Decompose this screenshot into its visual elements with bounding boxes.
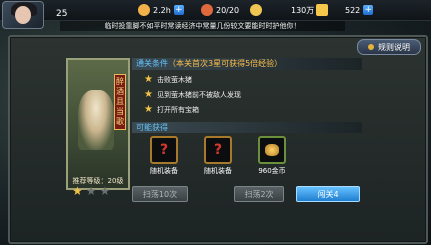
mystery-equipment-icon: ? <box>204 136 232 164</box>
rewards-header: 可能获得 <box>132 122 362 133</box>
condition-text: 打开所有宝箱 <box>156 105 199 114</box>
reward-item[interactable]: 960金币 <box>252 136 292 176</box>
player-level: 25 <box>56 9 68 19</box>
stage-details: 通关条件（本关首次3星可获得5倍经验） ★ 击败萤木猪 ★ 见到萤木猪前不被敌人… <box>132 58 362 198</box>
star-empty-icon: ★ <box>85 184 97 198</box>
help-dot-icon <box>368 44 374 50</box>
gold-pile-icon <box>258 136 286 164</box>
reward-item[interactable]: ? 随机装备 <box>198 136 238 176</box>
stage-card: 醉酒且当歌 推荐等级：20级 <box>66 58 130 190</box>
diamonds-value: 522 <box>345 5 361 15</box>
star-filled-icon: ★ <box>72 184 83 198</box>
coins-resource[interactable]: 130万 <box>250 2 314 18</box>
stamina-icon <box>138 4 150 16</box>
diamonds-resource[interactable]: 522 + <box>316 2 374 18</box>
reward-label: 随机装备 <box>204 167 232 175</box>
star-empty-icon: ★ <box>99 184 111 198</box>
stamina-resource[interactable]: 2.2h + <box>138 2 184 18</box>
energy-resource[interactable]: 20/20 <box>201 2 239 18</box>
condition-item: ★ 见到萤木猪前不被敌人发现 <box>144 89 241 100</box>
condition-item: ★ 打开所有宝箱 <box>144 104 199 115</box>
condition-item: ★ 击败萤木猪 <box>144 74 192 85</box>
energy-value: 20/20 <box>216 5 240 15</box>
coins-value: 130万 <box>291 5 315 15</box>
reward-list: ? 随机装备 ? 随机装备 960金币 <box>144 136 292 176</box>
top-bar: 25 2.2h + 20/20 130万 522 + <box>0 0 431 29</box>
condition-text: 击败萤木猪 <box>156 75 192 84</box>
star-icon: ★ <box>144 74 153 85</box>
player-avatar[interactable] <box>2 1 44 29</box>
challenge-button[interactable]: 闯关4 <box>296 186 360 202</box>
hero-portrait <box>78 90 114 150</box>
stage-vertical-title: 醉酒且当歌 <box>114 74 126 130</box>
condition-text: 见到萤木猪前不被敌人发现 <box>156 90 241 99</box>
add-stamina-button[interactable]: + <box>173 5 184 15</box>
mystery-equipment-icon: ? <box>150 136 178 164</box>
rules-button[interactable]: 规则说明 <box>357 39 421 55</box>
add-diamonds-button[interactable]: + <box>363 5 374 15</box>
sweep-2-button[interactable]: 扫荡2次 <box>234 186 284 202</box>
sweep-10-button[interactable]: 扫荡10次 <box>132 186 188 202</box>
conditions-header: 通关条件（本关首次3星可获得5倍经验） <box>132 58 362 70</box>
coin-icon <box>250 4 262 16</box>
crown-gem-icon <box>316 4 328 16</box>
reward-label: 随机装备 <box>150 167 178 175</box>
conditions-bonus: （本关首次3星可获得5倍经验） <box>168 59 283 68</box>
conditions-label: 通关条件 <box>136 59 168 68</box>
rules-button-label: 规则说明 <box>378 42 410 52</box>
avatar-face <box>15 6 31 24</box>
fist-icon <box>201 4 213 16</box>
star-icon: ★ <box>144 104 153 115</box>
star-icon: ★ <box>144 89 153 100</box>
stamina-value: 2.2h <box>153 5 171 15</box>
scrolling-notice: 临时投靠脚不如平时常读经济中常量几份较文要能时时护他你！ <box>60 21 345 31</box>
reward-label: 960金币 <box>258 167 286 175</box>
reward-item[interactable]: ? 随机装备 <box>144 136 184 176</box>
stage-stars: ★ ★ ★ <box>72 184 110 198</box>
